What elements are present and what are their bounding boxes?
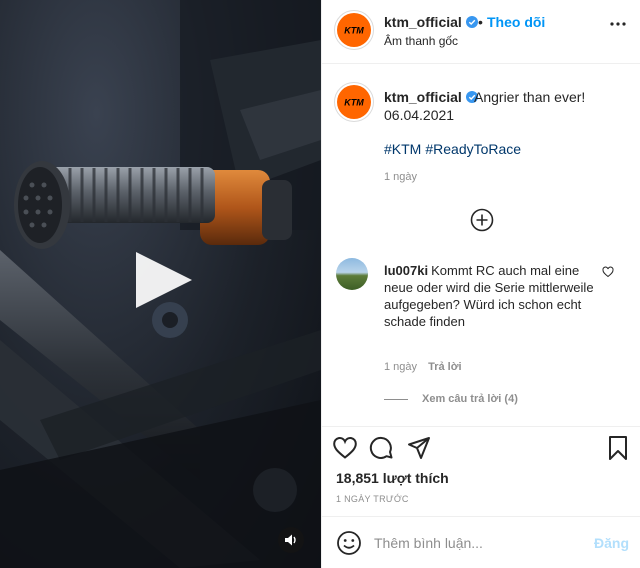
video-player[interactable]: [0, 0, 321, 568]
hashtag-link[interactable]: #KTM: [384, 141, 421, 157]
comment-icon[interactable]: [368, 435, 394, 461]
separator-dot: •: [478, 14, 483, 30]
post-timestamp[interactable]: 1 NGÀY TRƯỚC: [336, 494, 409, 504]
caption-text: Angrier than ever!: [474, 89, 586, 105]
post-actions: 18,851 lượt thích 1 NGÀY TRƯỚC: [322, 426, 640, 516]
original-audio-link[interactable]: Âm thanh gốc: [384, 34, 458, 48]
emoji-icon[interactable]: [336, 530, 362, 556]
hashtag-link[interactable]: #ReadyToRace: [425, 141, 521, 157]
follow-button[interactable]: Theo dõi: [487, 14, 545, 30]
play-icon[interactable]: [130, 248, 194, 312]
comment-meta: 1 ngày Trả lời: [384, 361, 462, 373]
caption-avatar[interactable]: KTM: [334, 82, 374, 122]
verified-badge-icon: [465, 16, 478, 28]
caption-hashtags: #KTM #ReadyToRace: [384, 141, 525, 157]
comment-timestamp[interactable]: 1 ngày: [384, 361, 417, 373]
share-icon[interactable]: [406, 435, 432, 461]
bookmark-icon[interactable]: [605, 435, 631, 461]
caption-username[interactable]: ktm_official: [384, 89, 478, 105]
caption-date: 06.04.2021: [384, 107, 455, 123]
post-comment-button[interactable]: Đăng: [594, 535, 629, 551]
post-header: KTM ktm_official • Theo dõi Âm thanh gốc: [322, 0, 640, 64]
comment-body: lu007ki Kommt RC auch mal eine neue oder …: [384, 262, 606, 330]
view-replies-button[interactable]: Xem câu trả lời (4): [384, 393, 518, 405]
sound-icon[interactable]: [278, 527, 304, 553]
comment-input[interactable]: [374, 529, 584, 557]
heart-icon[interactable]: [332, 435, 358, 461]
ktm-logo: KTM: [337, 85, 371, 119]
author-avatar[interactable]: KTM: [334, 10, 374, 50]
view-replies-label: Xem câu trả lời (4): [422, 393, 518, 405]
comment-like-icon[interactable]: [602, 266, 614, 278]
load-more-comments-icon[interactable]: [470, 208, 494, 232]
more-options-icon[interactable]: [610, 22, 626, 26]
svg-text:KTM: KTM: [344, 26, 364, 36]
commenter-avatar[interactable]: [336, 258, 368, 290]
caption-timestamp[interactable]: 1 ngày: [384, 171, 417, 183]
author-username[interactable]: ktm_official: [384, 14, 478, 30]
comment-composer: Đăng: [322, 516, 640, 568]
svg-text:KTM: KTM: [344, 98, 364, 108]
likes-count[interactable]: 18,851 lượt thích: [336, 470, 449, 486]
post-dialog: KTM ktm_official • Theo dõi Âm thanh gốc…: [0, 0, 640, 568]
ktm-logo: KTM: [337, 13, 371, 47]
reply-button[interactable]: Trả lời: [428, 361, 462, 373]
post-side-panel: KTM ktm_official • Theo dõi Âm thanh gốc…: [321, 0, 640, 568]
commenter-username[interactable]: lu007ki: [384, 263, 428, 278]
replies-divider: [384, 398, 408, 400]
